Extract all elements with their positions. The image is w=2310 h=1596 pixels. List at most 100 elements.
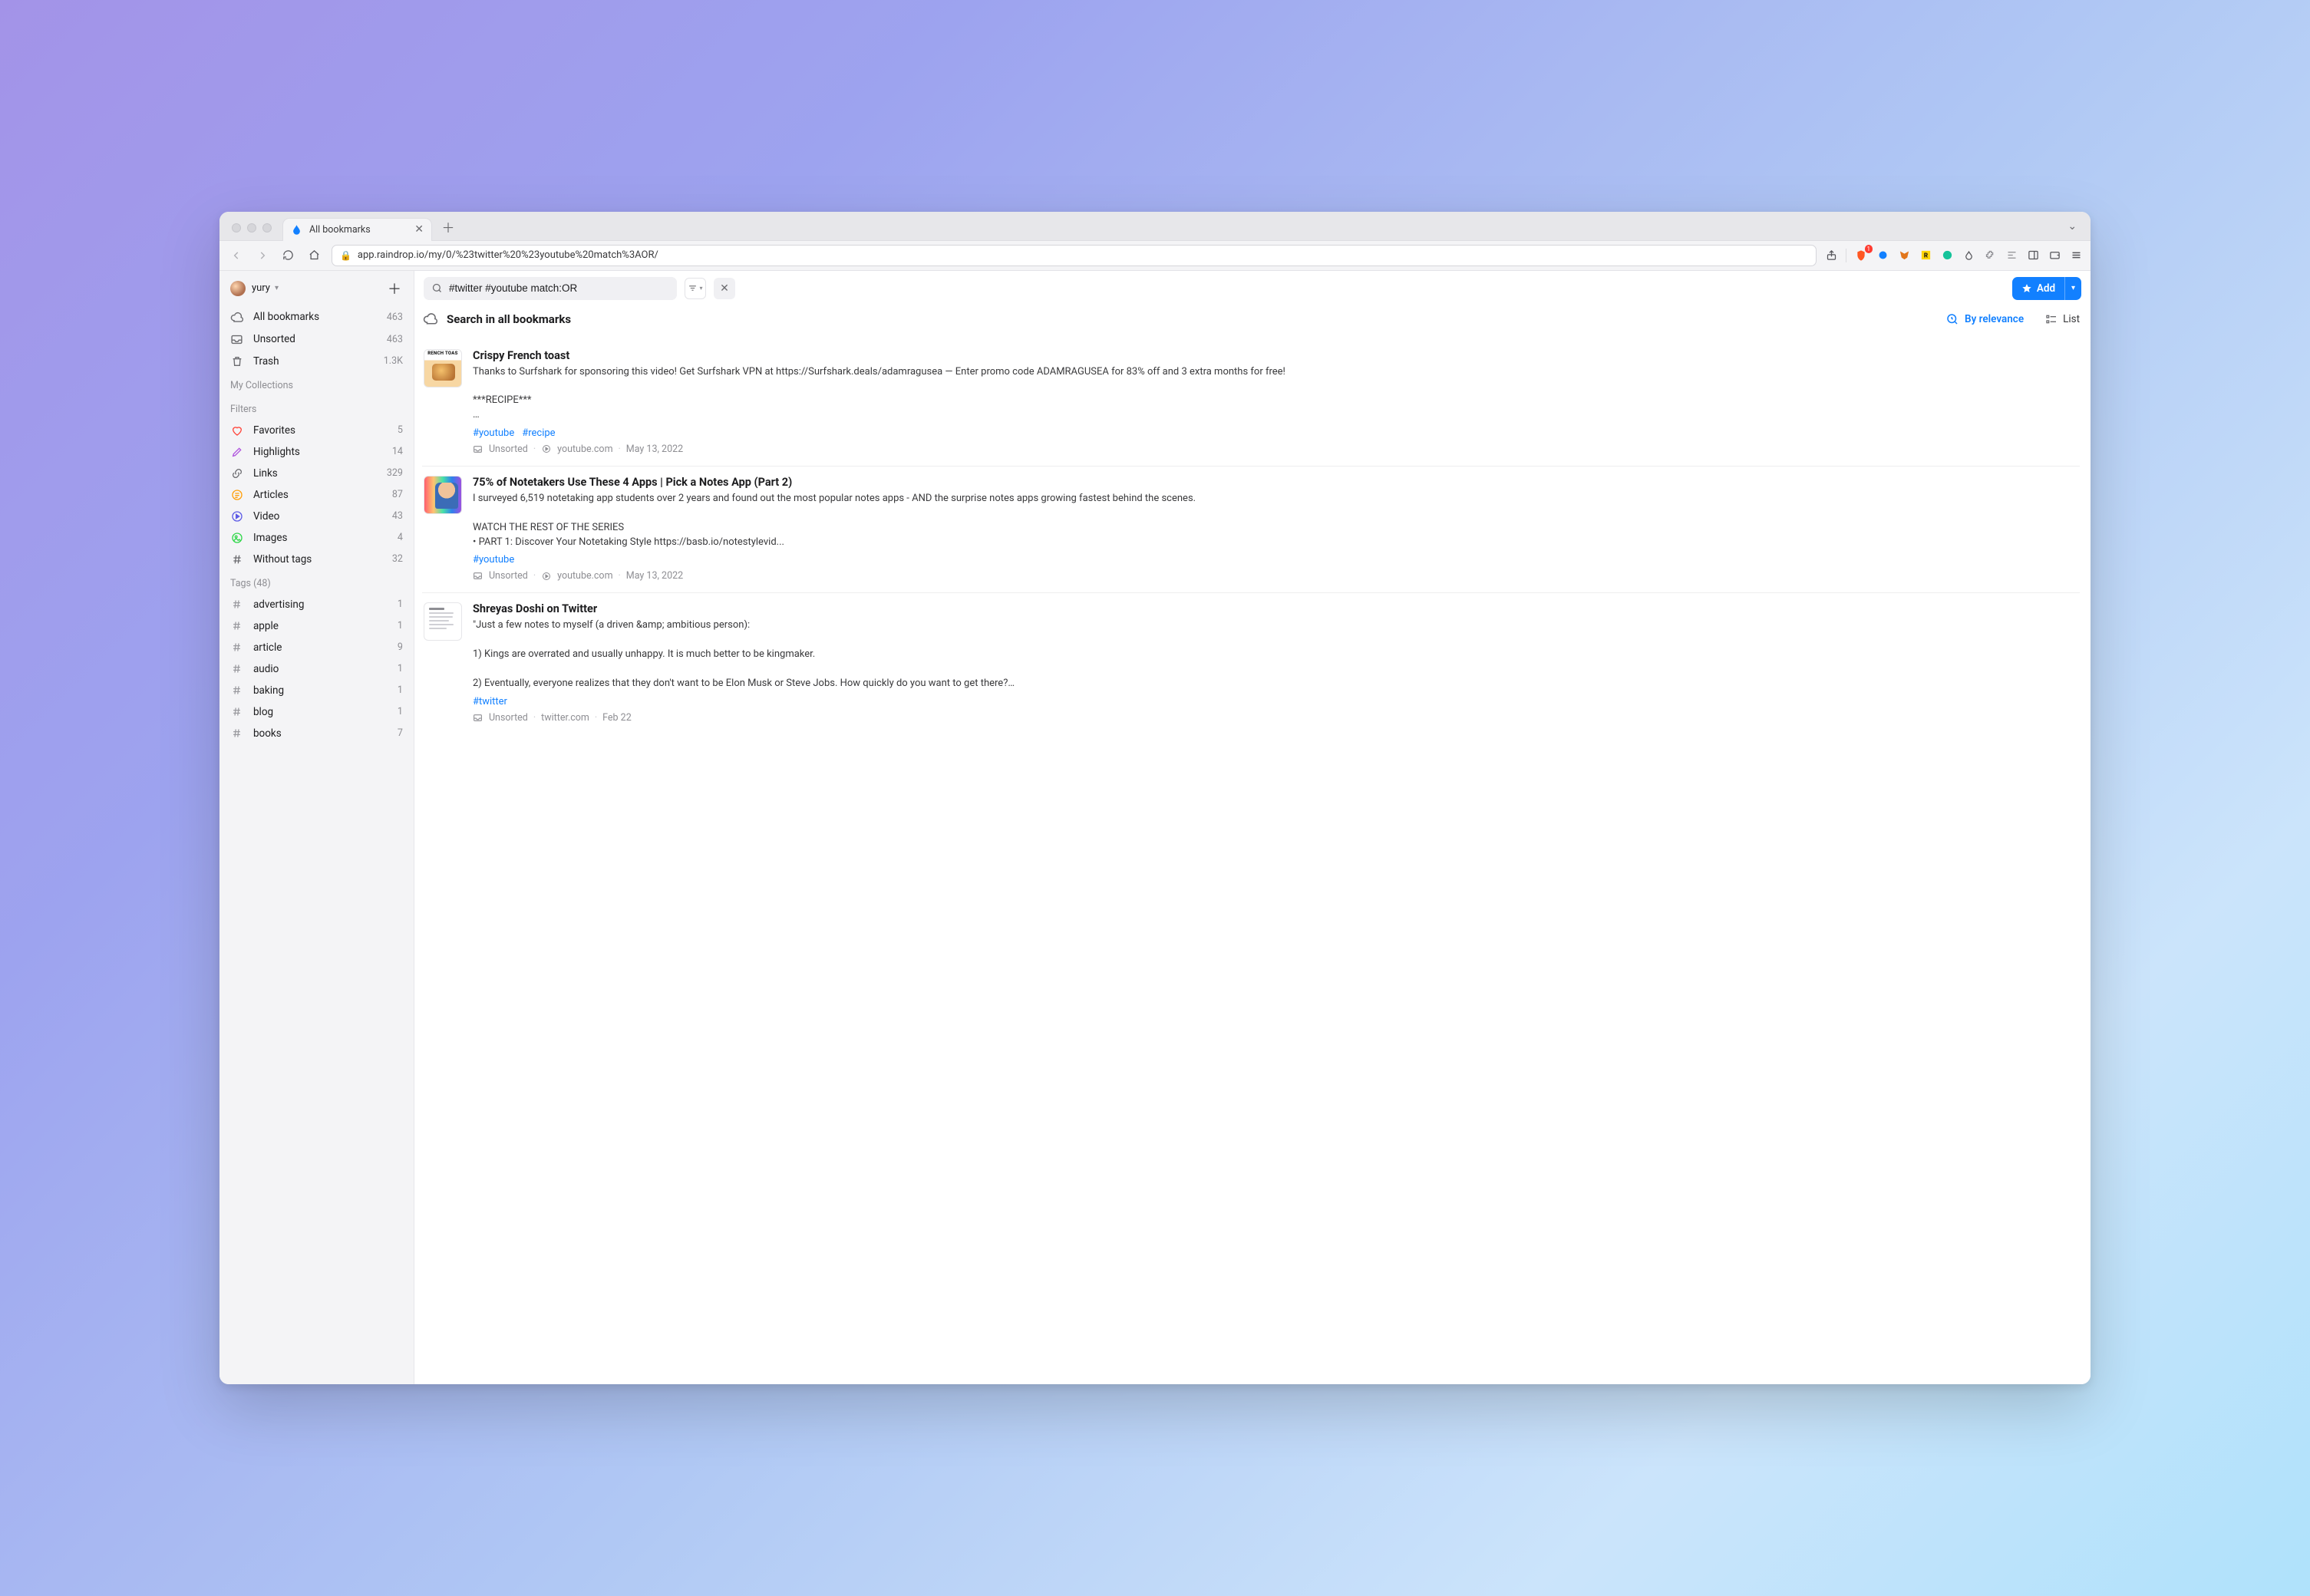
tag-count: 1 xyxy=(398,706,403,717)
browser-window: All bookmarks ✕ ＋ ⌄ 🔒 app.raindrop.io/my… xyxy=(219,212,2091,1385)
extension-puzzle-icon[interactable] xyxy=(1983,249,1997,262)
sort-button[interactable]: By relevance xyxy=(1945,312,2024,326)
extension-raindrop-icon[interactable] xyxy=(1962,249,1975,262)
image-icon xyxy=(230,532,244,544)
tabs-overflow-icon[interactable]: ⌄ xyxy=(2061,217,2083,236)
nav-forward-button[interactable] xyxy=(253,246,272,265)
hash-icon xyxy=(230,727,244,739)
user-menu-caret-icon[interactable]: ▾ xyxy=(275,284,279,292)
svg-text:R: R xyxy=(1923,252,1928,259)
tag-label: books xyxy=(253,727,282,740)
sidebar-filter-favorites[interactable]: Favorites 5 xyxy=(219,420,414,441)
sidebar-filter-without-tags[interactable]: Without tags 32 xyxy=(219,549,414,570)
brave-shields-icon[interactable]: 1 xyxy=(1854,249,1868,262)
bookmark-tag[interactable]: #recipe xyxy=(522,427,555,439)
sidebar-item-label: Favorites xyxy=(253,424,295,437)
bookmark-tags: #youtube xyxy=(473,554,2078,566)
add-button[interactable]: Add xyxy=(2012,277,2064,300)
extensions-area: 1 R xyxy=(1824,249,2083,262)
sidebar-item-all-bookmarks[interactable]: All bookmarks 463 xyxy=(219,306,414,328)
search-clear-button[interactable]: ✕ xyxy=(714,278,735,299)
tag-count: 7 xyxy=(398,727,403,739)
relevance-icon xyxy=(1945,312,1959,326)
sidebar-item-unsorted[interactable]: Unsorted 463 xyxy=(219,328,414,351)
sidebar-item-count: 14 xyxy=(392,446,403,457)
cloud-icon xyxy=(230,311,244,324)
traffic-zoom[interactable] xyxy=(262,223,272,232)
bookmark-collection: Unsorted xyxy=(489,712,528,724)
sidebar-tag-blog[interactable]: blog 1 xyxy=(219,701,414,723)
extension-grammarly-icon[interactable] xyxy=(1940,249,1954,262)
sidebar-tag-audio[interactable]: audio 1 xyxy=(219,658,414,680)
sidepanel-icon[interactable] xyxy=(2026,249,2040,262)
sidebar-tag-advertising[interactable]: advertising 1 xyxy=(219,594,414,615)
nav-back-button[interactable] xyxy=(227,246,246,265)
tab-title: All bookmarks xyxy=(309,224,371,236)
tag-label: article xyxy=(253,641,282,654)
sidebar-item-count: 463 xyxy=(387,312,403,323)
pencil-icon xyxy=(230,446,244,458)
sidebar-header: yury ▾ ＋ xyxy=(219,277,414,306)
bookmark-tag[interactable]: #twitter xyxy=(473,696,507,707)
sidebar-item-label: All bookmarks xyxy=(253,311,319,323)
address-bar[interactable]: 🔒 app.raindrop.io/my/0/%23twitter%20%23y… xyxy=(332,245,1817,266)
wallet-icon[interactable] xyxy=(2048,249,2061,262)
traffic-close[interactable] xyxy=(232,223,241,232)
hash-icon xyxy=(230,553,244,566)
view-mode-button[interactable]: List xyxy=(2045,313,2080,325)
traffic-minimize[interactable] xyxy=(247,223,256,232)
main-panel: ▾ ✕ Add ▾ Search in all bookmarks xyxy=(414,271,2091,1385)
bookmark-body: 75% of Notetakers Use These 4 Apps | Pic… xyxy=(473,476,2078,582)
sidebar-filter-articles[interactable]: Articles 87 xyxy=(219,484,414,506)
page-title: Search in all bookmarks xyxy=(447,312,571,326)
nav-home-button[interactable] xyxy=(305,246,324,265)
bookmark-meta: Unsorted ·youtube.com · May 13, 2022 xyxy=(473,444,2078,455)
menu-icon[interactable] xyxy=(2069,249,2083,262)
star-icon xyxy=(2021,283,2032,294)
sidebar-filter-links[interactable]: Links 329 xyxy=(219,463,414,484)
bookmark-thumbnail xyxy=(424,476,462,514)
bookmark-card[interactable]: Shreyas Doshi on Twitter"Just a few note… xyxy=(422,593,2080,734)
sidebar-tag-apple[interactable]: apple 1 xyxy=(219,615,414,637)
extension-align-icon[interactable] xyxy=(2005,249,2018,262)
sidebar-filter-images[interactable]: Images 4 xyxy=(219,527,414,549)
inbox-icon xyxy=(230,333,244,346)
sidebar-filter-highlights[interactable]: Highlights 14 xyxy=(219,441,414,463)
browser-tab[interactable]: All bookmarks ✕ xyxy=(282,218,432,241)
sidebar-filter-video[interactable]: Video 43 xyxy=(219,506,414,527)
extension-blue-icon[interactable] xyxy=(1876,249,1889,262)
new-tab-button[interactable]: ＋ xyxy=(438,217,458,237)
article-icon xyxy=(230,489,244,501)
app-body: yury ▾ ＋ All bookmarks 463 Unsorted 463 … xyxy=(219,271,2091,1385)
extension-yellow-icon[interactable]: R xyxy=(1919,249,1932,262)
sidebar-section-collections: My Collections xyxy=(219,372,414,396)
sidebar-tag-books[interactable]: books 7 xyxy=(219,723,414,744)
add-button-dropdown[interactable]: ▾ xyxy=(2064,277,2081,300)
sidebar-item-trash[interactable]: Trash 1.3K xyxy=(219,351,414,372)
avatar[interactable] xyxy=(230,281,246,296)
extension-metamask-icon[interactable] xyxy=(1897,249,1911,262)
username[interactable]: yury xyxy=(252,282,270,294)
bookmark-body: Crispy French toastThanks to Surfshark f… xyxy=(473,349,2078,455)
sidebar-add-button[interactable]: ＋ xyxy=(386,280,403,297)
bookmark-title: Crispy French toast xyxy=(473,349,2078,362)
bookmark-card[interactable]: Crispy French toastThanks to Surfshark f… xyxy=(422,340,2080,467)
sidebar-tag-article[interactable]: article 9 xyxy=(219,637,414,658)
bookmark-tag[interactable]: #youtube xyxy=(473,427,514,439)
sidebar-item-label: Images xyxy=(253,532,288,544)
search-box[interactable] xyxy=(424,277,677,300)
nav-reload-button[interactable] xyxy=(279,246,298,265)
bookmark-date: May 13, 2022 xyxy=(626,444,683,455)
hash-icon xyxy=(230,663,244,674)
share-icon[interactable] xyxy=(1824,249,1838,262)
bookmark-tag[interactable]: #youtube xyxy=(473,554,514,566)
search-options-button[interactable]: ▾ xyxy=(685,278,706,299)
bookmark-card[interactable]: 75% of Notetakers Use These 4 Apps | Pic… xyxy=(422,467,2080,593)
sidebar-item-label: Highlights xyxy=(253,446,300,458)
domain-play-icon xyxy=(541,444,552,454)
search-input[interactable] xyxy=(449,282,669,294)
sidebar-tag-baking[interactable]: baking 1 xyxy=(219,680,414,701)
heading-row: Search in all bookmarks By relevance Lis… xyxy=(414,306,2091,340)
tab-close-icon[interactable]: ✕ xyxy=(414,223,424,236)
inbox-icon xyxy=(473,712,483,723)
